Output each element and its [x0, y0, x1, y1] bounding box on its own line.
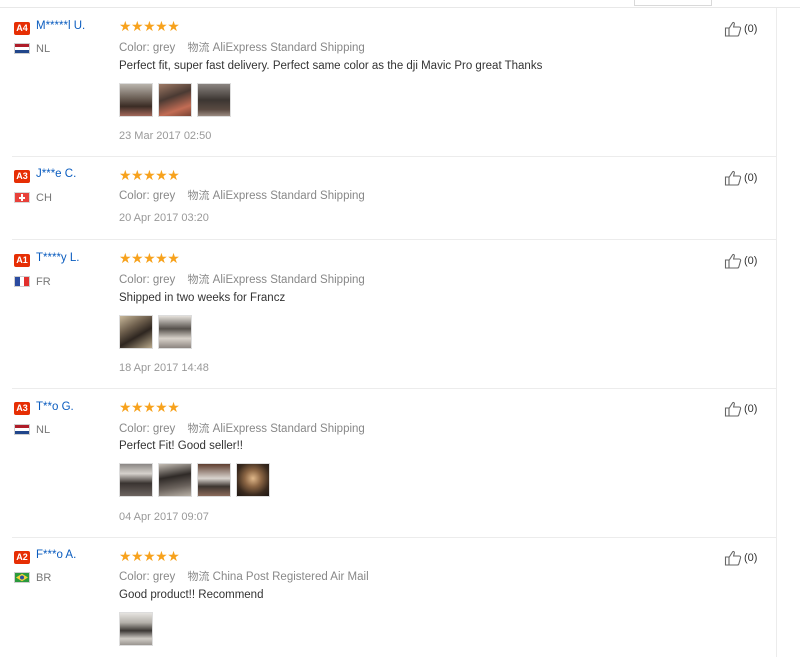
buyer-level-badge: A1	[14, 254, 30, 267]
review-photos	[119, 463, 270, 497]
color-label: Color:	[119, 571, 150, 583]
color-label: Color:	[119, 423, 150, 435]
buyer-name[interactable]: M*****l U.	[36, 20, 85, 32]
review-item: A2 F***o A. BR ★★★★★ Color: grey 物流 Chin…	[0, 538, 776, 657]
helpful-count: (0)	[744, 255, 758, 267]
shipping-method: AliExpress Standard Shipping	[212, 423, 365, 435]
review-photo[interactable]	[197, 463, 231, 497]
helpful-button[interactable]: (0)	[724, 170, 757, 186]
thumbs-up-icon	[724, 253, 742, 269]
review-meta: Color: grey 物流 AliExpress Standard Shipp…	[119, 39, 365, 55]
review-comment: Perfect fit, super fast delivery. Perfec…	[119, 60, 543, 72]
buyer-country: NL	[36, 43, 51, 55]
color-label: Color:	[119, 42, 150, 54]
review-comment: Shipped in two weeks for Francz	[119, 292, 286, 304]
helpful-count: (0)	[744, 403, 758, 415]
buyer-country: BR	[36, 572, 52, 584]
thumbs-up-icon	[724, 550, 742, 566]
review-date: 04 Apr 2017 09:07	[119, 511, 209, 523]
helpful-count: (0)	[744, 23, 758, 35]
shipping-method: AliExpress Standard Shipping	[212, 42, 365, 54]
review-meta: Color: grey 物流 AliExpress Standard Shipp…	[119, 271, 365, 287]
review-photo[interactable]	[119, 463, 153, 497]
br-flag-shape	[16, 573, 28, 582]
color-label: Color:	[119, 190, 150, 202]
rating-stars: ★★★★★	[119, 18, 180, 34]
review-date: 20 Apr 2017 03:20	[119, 212, 209, 224]
rating-stars: ★★★★★	[119, 548, 180, 564]
review-photos	[119, 315, 192, 349]
right-border	[776, 8, 777, 657]
shipping-method: AliExpress Standard Shipping	[212, 190, 365, 202]
review-photo[interactable]	[236, 463, 270, 497]
buyer-name[interactable]: F***o A.	[36, 549, 76, 561]
br-flag-icon	[14, 572, 30, 583]
shipping-icon: 物流	[187, 189, 210, 202]
shipping-icon: 物流	[187, 41, 210, 54]
color-value: grey	[152, 423, 176, 435]
nl-flag-icon	[14, 43, 30, 54]
review-photo[interactable]	[158, 463, 192, 497]
thumbs-up-icon	[724, 21, 742, 37]
color-value: grey	[152, 571, 176, 583]
thumbs-up-icon	[724, 170, 742, 186]
color-value: grey	[152, 274, 176, 286]
ch-flag-icon	[14, 192, 30, 203]
shipping-method: China Post Registered Air Mail	[212, 571, 369, 583]
buyer-country: CH	[36, 192, 52, 204]
thumbs-up-icon	[724, 401, 742, 417]
buyer-level-badge: A4	[14, 22, 30, 35]
buyer-level-badge: A3	[14, 402, 30, 415]
review-photo[interactable]	[158, 83, 192, 117]
rating-stars: ★★★★★	[119, 167, 180, 183]
color-value: grey	[152, 42, 176, 54]
nl-flag-icon	[14, 424, 30, 435]
helpful-button[interactable]: (0)	[724, 21, 757, 37]
review-photo[interactable]	[119, 315, 153, 349]
review-photo[interactable]	[119, 612, 153, 646]
review-photo[interactable]	[119, 83, 153, 117]
color-value: grey	[152, 190, 176, 202]
buyer-name[interactable]: T**o G.	[36, 401, 74, 413]
review-meta: Color: grey 物流 China Post Registered Air…	[119, 568, 369, 584]
buyer-name[interactable]: T****y L.	[36, 252, 79, 264]
color-label: Color:	[119, 274, 150, 286]
review-meta: Color: grey 物流 AliExpress Standard Shipp…	[119, 187, 365, 203]
buyer-level-badge: A2	[14, 551, 30, 564]
review-item: A3 T**o G. NL ★★★★★ Color: grey 物流 AliEx…	[0, 389, 776, 538]
review-meta: Color: grey 物流 AliExpress Standard Shipp…	[119, 420, 365, 436]
buyer-country: FR	[36, 276, 51, 288]
review-comment: Good product!! Recommend	[119, 589, 264, 601]
buyer-level-badge: A3	[14, 170, 30, 183]
review-photos	[119, 83, 231, 117]
review-photos	[119, 612, 153, 646]
shipping-icon: 物流	[187, 422, 210, 435]
helpful-button[interactable]: (0)	[724, 401, 757, 417]
helpful-count: (0)	[744, 172, 758, 184]
rating-stars: ★★★★★	[119, 399, 180, 415]
helpful-count: (0)	[744, 552, 758, 564]
review-photo[interactable]	[158, 315, 192, 349]
shipping-method: AliExpress Standard Shipping	[212, 274, 365, 286]
fr-flag-icon	[14, 276, 30, 287]
buyer-name[interactable]: J***e C.	[36, 168, 76, 180]
buyer-country: NL	[36, 424, 51, 436]
review-date: 18 Apr 2017 14:48	[119, 362, 209, 374]
helpful-button[interactable]: (0)	[724, 253, 757, 269]
review-date: 23 Mar 2017 02:50	[119, 130, 212, 142]
review-comment: Perfect Fit! Good seller!!	[119, 440, 243, 452]
review-item: A4 M*****l U. NL ★★★★★ Color: grey 物流 Al…	[0, 0, 776, 157]
rating-stars: ★★★★★	[119, 250, 180, 266]
helpful-button[interactable]: (0)	[724, 550, 757, 566]
review-photo[interactable]	[197, 83, 231, 117]
review-item: A3 J***e C. CH ★★★★★ Color: grey 物流 AliE…	[0, 157, 776, 240]
review-item: A1 T****y L. FR ★★★★★ Color: grey 物流 Ali…	[0, 240, 776, 389]
shipping-icon: 物流	[187, 273, 210, 286]
shipping-icon: 物流	[187, 570, 210, 583]
